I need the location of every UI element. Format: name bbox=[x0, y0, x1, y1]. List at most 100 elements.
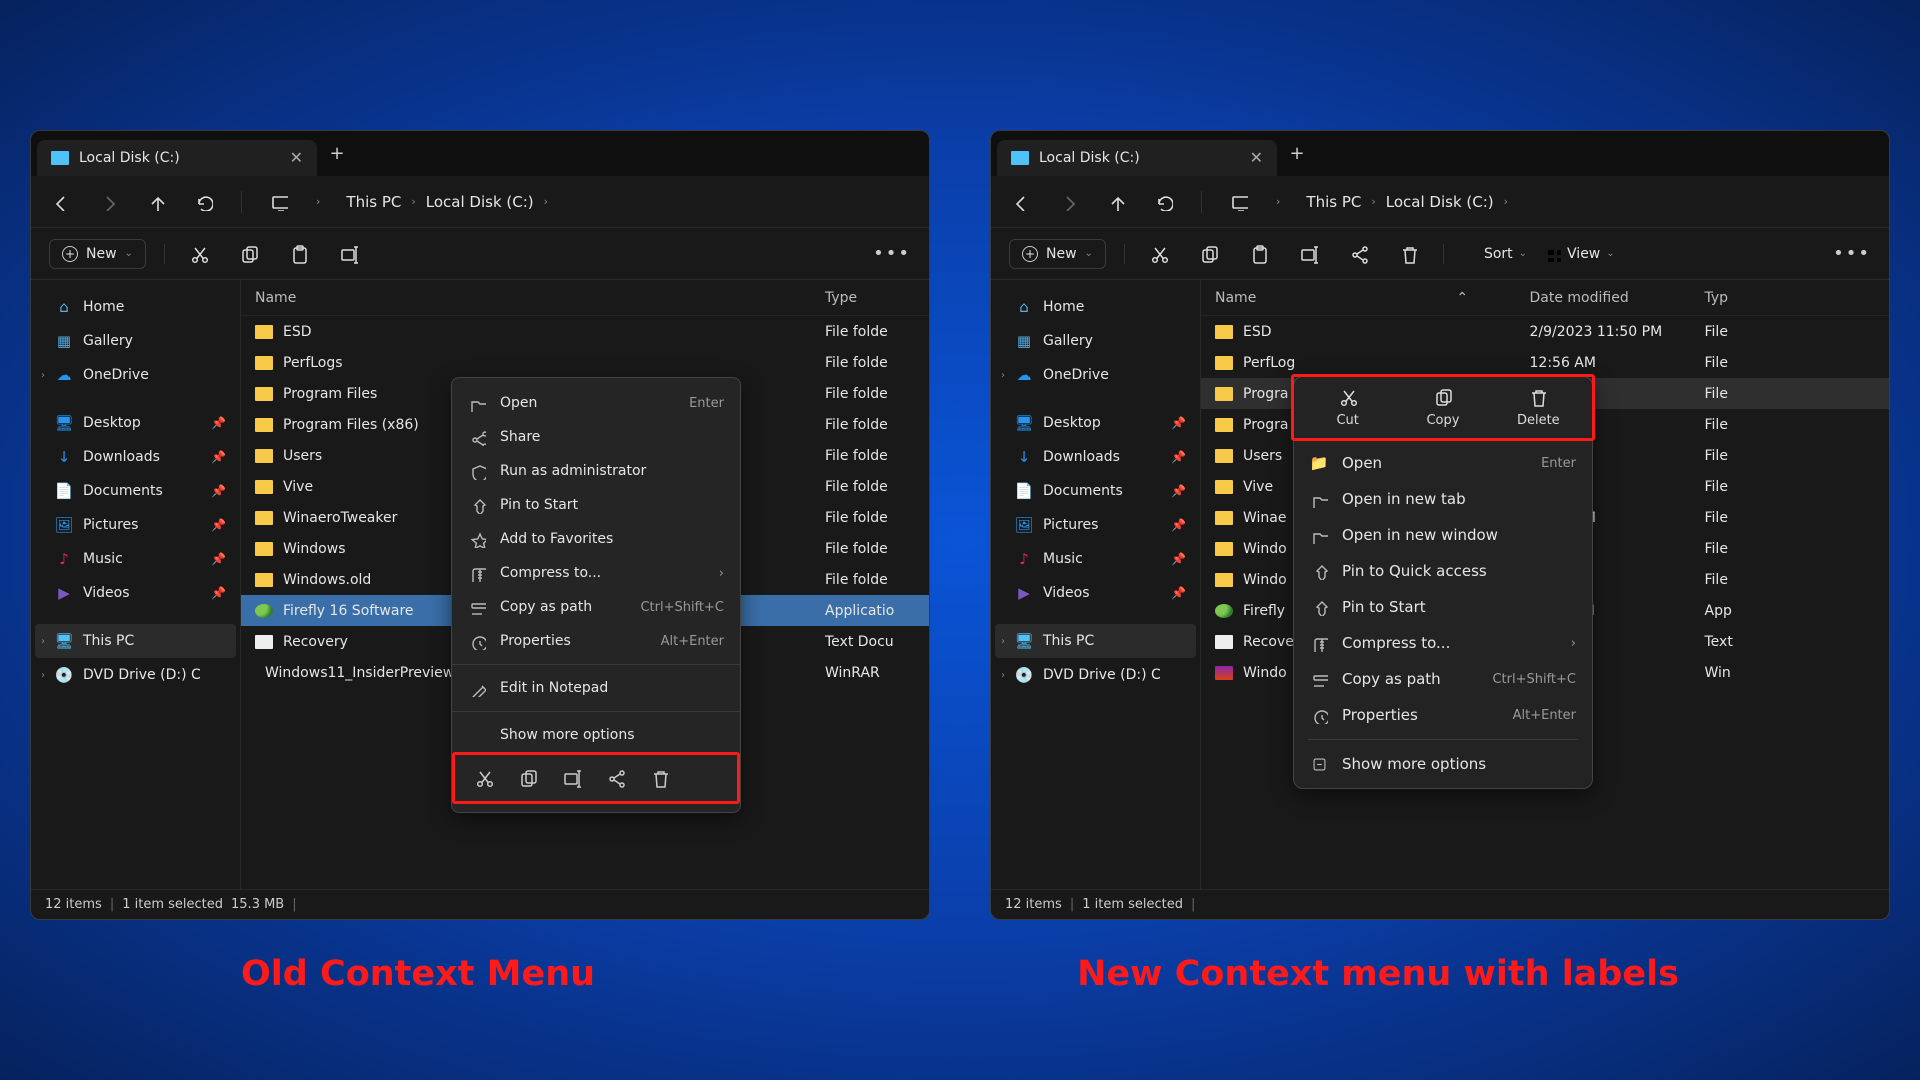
sidebar-dvd[interactable]: ›💿DVD Drive (D:) C bbox=[995, 658, 1196, 692]
copy-button[interactable] bbox=[233, 238, 265, 270]
cut-button[interactable] bbox=[183, 238, 215, 270]
ctx-compress[interactable]: Compress to...› bbox=[452, 556, 740, 590]
column-headers[interactable]: Name ⌃ Date modified Typ bbox=[1201, 280, 1889, 316]
ctx-pin-quick[interactable]: Pin to Quick access bbox=[1294, 553, 1592, 589]
more-button[interactable]: ••• bbox=[873, 243, 911, 264]
ctx-properties[interactable]: PropertiesAlt+Enter bbox=[1294, 697, 1592, 733]
col-date[interactable]: Date modified bbox=[1530, 290, 1705, 306]
new-button[interactable]: + New ⌄ bbox=[1009, 239, 1106, 269]
ctx-delete-icon[interactable] bbox=[647, 765, 673, 791]
monitor-icon[interactable] bbox=[1228, 191, 1250, 213]
ctx-pin-start[interactable]: Pin to Start bbox=[1294, 589, 1592, 625]
ctx-show-more[interactable]: Show more options bbox=[452, 718, 740, 752]
back-button[interactable] bbox=[49, 191, 71, 213]
sidebar-pictures[interactable]: 🖼Pictures📌 bbox=[35, 508, 236, 542]
file-row[interactable]: PerfLogsFile folde bbox=[241, 347, 929, 378]
ctx-open-tab[interactable]: Open in new tab bbox=[1294, 481, 1592, 517]
view-button[interactable]: View⌄ bbox=[1545, 246, 1615, 262]
delete-button[interactable] bbox=[1393, 238, 1425, 270]
crumb-this-pc[interactable]: This PC bbox=[346, 193, 401, 211]
ctx-copy-path[interactable]: Copy as pathCtrl+Shift+C bbox=[1294, 661, 1592, 697]
tab-close-button[interactable]: ✕ bbox=[1250, 148, 1263, 167]
column-headers[interactable]: Name Type bbox=[241, 280, 929, 316]
sidebar-documents[interactable]: 📄Documents📌 bbox=[995, 474, 1196, 508]
sidebar-music[interactable]: ♪Music📌 bbox=[995, 542, 1196, 576]
tab-local-disk[interactable]: Local Disk (C:) ✕ bbox=[997, 140, 1277, 176]
sidebar-this-pc[interactable]: ›🖥This PC bbox=[995, 624, 1196, 658]
more-button[interactable]: ••• bbox=[1833, 243, 1871, 264]
ctx-properties[interactable]: PropertiesAlt+Enter bbox=[452, 624, 740, 658]
sidebar-downloads[interactable]: ↓Downloads📌 bbox=[35, 440, 236, 474]
file-row[interactable]: ESD2/9/2023 11:50 PMFile bbox=[1201, 316, 1889, 347]
ctx-cut-icon[interactable] bbox=[471, 765, 497, 791]
sidebar-onedrive[interactable]: ›☁OneDrive bbox=[995, 358, 1196, 392]
sidebar-home[interactable]: ⌂Home bbox=[35, 290, 236, 324]
tab-title: Local Disk (C:) bbox=[79, 150, 180, 166]
tab-close-button[interactable]: ✕ bbox=[290, 148, 303, 167]
crumb-local-disk[interactable]: Local Disk (C:) bbox=[426, 193, 534, 211]
sidebar-videos[interactable]: ▶Videos📌 bbox=[35, 576, 236, 610]
ctx-pin-start[interactable]: Pin to Start bbox=[452, 488, 740, 522]
rename-button[interactable] bbox=[333, 238, 365, 270]
tab-strip: Local Disk (C:) ✕ + bbox=[991, 131, 1889, 176]
ctx-copy[interactable]: Copy bbox=[1408, 387, 1478, 428]
ctx-open-window[interactable]: Open in new window bbox=[1294, 517, 1592, 553]
ctx-delete[interactable]: Delete bbox=[1503, 387, 1573, 428]
file-row[interactable]: ESDFile folde bbox=[241, 316, 929, 347]
crumb-this-pc[interactable]: This PC bbox=[1306, 193, 1361, 211]
refresh-button[interactable] bbox=[193, 191, 215, 213]
sidebar-downloads[interactable]: ↓Downloads📌 bbox=[995, 440, 1196, 474]
copy-button[interactable] bbox=[1193, 238, 1225, 270]
monitor-icon[interactable] bbox=[268, 191, 290, 213]
share-button[interactable] bbox=[1343, 238, 1375, 270]
ctx-runas[interactable]: Run as administrator bbox=[452, 454, 740, 488]
rename-button[interactable] bbox=[1293, 238, 1325, 270]
col-name[interactable]: Name bbox=[255, 290, 650, 306]
back-button[interactable] bbox=[1009, 191, 1031, 213]
refresh-button[interactable] bbox=[1153, 191, 1175, 213]
paste-button[interactable] bbox=[283, 238, 315, 270]
ctx-share-icon[interactable] bbox=[603, 765, 629, 791]
sidebar-pictures[interactable]: 🖼Pictures📌 bbox=[995, 508, 1196, 542]
ctx-icon-row bbox=[452, 752, 740, 804]
crumb-local-disk[interactable]: Local Disk (C:) bbox=[1386, 193, 1494, 211]
sidebar-music[interactable]: ♪Music📌 bbox=[35, 542, 236, 576]
sidebar-gallery[interactable]: ▦Gallery bbox=[35, 324, 236, 358]
forward-button[interactable] bbox=[1057, 191, 1079, 213]
ctx-compress[interactable]: Compress to...› bbox=[1294, 625, 1592, 661]
sidebar-desktop[interactable]: 🖥Desktop📌 bbox=[995, 406, 1196, 440]
ctx-share[interactable]: Share bbox=[452, 420, 740, 454]
ctx-copy-icon[interactable] bbox=[515, 765, 541, 791]
sidebar-onedrive[interactable]: ›☁OneDrive bbox=[35, 358, 236, 392]
paste-button[interactable] bbox=[1243, 238, 1275, 270]
sidebar-this-pc[interactable]: ›🖥This PC bbox=[35, 624, 236, 658]
sort-button[interactable]: Sort⌄ bbox=[1462, 246, 1527, 262]
drive-icon bbox=[51, 151, 69, 165]
ctx-show-more[interactable]: Show more options bbox=[1294, 746, 1592, 782]
ctx-labeled-icon-row: Cut Copy Delete bbox=[1291, 374, 1595, 441]
sidebar-home[interactable]: ⌂Home bbox=[995, 290, 1196, 324]
new-tab-button[interactable]: + bbox=[321, 138, 353, 170]
col-name[interactable]: Name bbox=[1215, 290, 1395, 306]
sidebar-desktop[interactable]: 🖥Desktop📌 bbox=[35, 406, 236, 440]
up-button[interactable] bbox=[145, 191, 167, 213]
sidebar-dvd[interactable]: ›💿DVD Drive (D:) C bbox=[35, 658, 236, 692]
forward-button[interactable] bbox=[97, 191, 119, 213]
ctx-open[interactable]: 📁OpenEnter bbox=[1294, 445, 1592, 481]
sidebar-documents[interactable]: 📄Documents📌 bbox=[35, 474, 236, 508]
ctx-open[interactable]: OpenEnter bbox=[452, 386, 740, 420]
new-tab-button[interactable]: + bbox=[1281, 138, 1313, 170]
tab-local-disk[interactable]: Local Disk (C:) ✕ bbox=[37, 140, 317, 176]
ctx-copy-path[interactable]: Copy as pathCtrl+Shift+C bbox=[452, 590, 740, 624]
ctx-rename-icon[interactable] bbox=[559, 765, 585, 791]
cut-button[interactable] bbox=[1143, 238, 1175, 270]
new-button[interactable]: + New ⌄ bbox=[49, 239, 146, 269]
up-button[interactable] bbox=[1105, 191, 1127, 213]
col-type[interactable]: Typ bbox=[1705, 290, 1890, 306]
sidebar-videos[interactable]: ▶Videos📌 bbox=[995, 576, 1196, 610]
sidebar-gallery[interactable]: ▦Gallery bbox=[995, 324, 1196, 358]
ctx-edit-notepad[interactable]: Edit in Notepad bbox=[452, 671, 740, 705]
col-type[interactable]: Type bbox=[825, 290, 929, 306]
ctx-cut[interactable]: Cut bbox=[1313, 387, 1383, 428]
ctx-favorites[interactable]: Add to Favorites bbox=[452, 522, 740, 556]
